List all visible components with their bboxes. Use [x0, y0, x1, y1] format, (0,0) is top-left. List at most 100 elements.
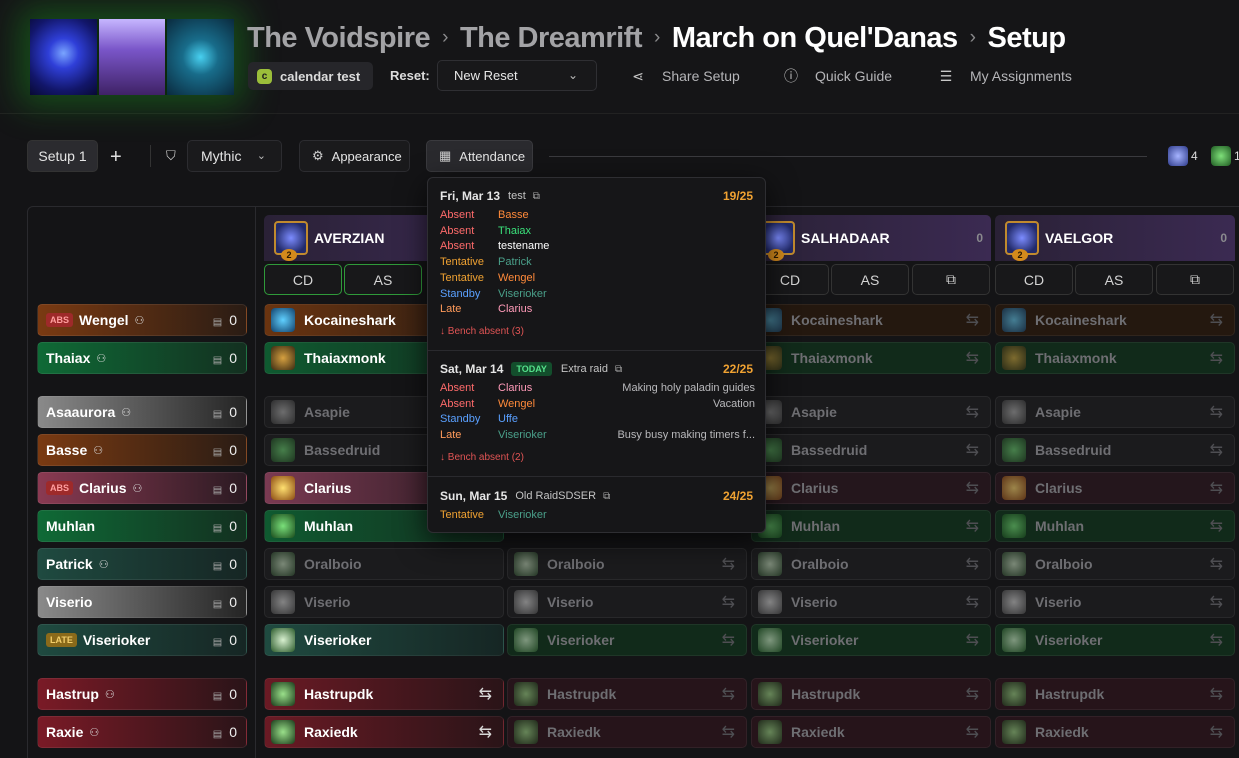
assigned-character[interactable]: Raxiedk ⇆	[264, 716, 504, 748]
breadcrumb-raid[interactable]: The Voidspire	[247, 22, 431, 55]
assigned-character[interactable]: Viserio	[264, 586, 504, 618]
assigned-character[interactable]: Clarius ⇆	[751, 472, 991, 504]
swap-icon[interactable]: ⇆	[1210, 348, 1223, 368]
add-setup-button[interactable]: +	[110, 146, 122, 169]
assigned-character[interactable]: Hastrupdk ⇆	[507, 678, 747, 710]
player-row[interactable]: Basse ⚇ ▤ 0	[37, 434, 247, 466]
external-link-icon[interactable]: ⧉	[615, 364, 622, 375]
as-button[interactable]: AS	[1075, 264, 1153, 295]
swap-icon[interactable]: ⇆	[1210, 630, 1223, 650]
swap-icon[interactable]: ⇆	[966, 348, 979, 368]
external-link-icon[interactable]: ⧉	[533, 191, 540, 202]
player-row[interactable]: Asaaurora ⚇ ▤ 0	[37, 396, 247, 428]
assigned-character[interactable]: Asapie ⇆	[751, 396, 991, 428]
assigned-character[interactable]: Muhlan ⇆	[751, 510, 991, 542]
bench-absent-toggle[interactable]: ↓ Bench absent (3)	[440, 326, 524, 337]
assigned-character[interactable]: Oralboio ⇆	[995, 548, 1235, 580]
swap-icon[interactable]: ⇆	[1210, 516, 1223, 536]
swap-icon[interactable]: ⇆	[1210, 440, 1223, 460]
player-row[interactable]: LATE Viserioker ▤ 0	[37, 624, 247, 656]
copy-button[interactable]: ⧉	[1156, 264, 1234, 295]
reset-select[interactable]: New Reset ⌄	[437, 60, 597, 91]
player-row[interactable]: ABS Clarius ⚇ ▤ 0	[37, 472, 247, 504]
mini-summary-1[interactable]: 4	[1168, 146, 1198, 166]
assigned-character[interactable]: Kocaineshark ⇆	[751, 304, 991, 336]
share-setup-button[interactable]: ⋖ Share Setup	[630, 66, 740, 86]
swap-icon[interactable]: ⇆	[722, 722, 735, 742]
assigned-character[interactable]: Asapie ⇆	[995, 396, 1235, 428]
swap-icon[interactable]: ⇆	[966, 402, 979, 422]
swap-icon[interactable]: ⇆	[1210, 722, 1223, 742]
assigned-character[interactable]: Bassedruid ⇆	[995, 434, 1235, 466]
swap-icon[interactable]: ⇆	[1210, 310, 1223, 330]
assigned-character[interactable]: Viserioker ⇆	[507, 624, 747, 656]
assigned-character[interactable]: Clarius ⇆	[995, 472, 1235, 504]
swap-icon[interactable]: ⇆	[722, 630, 735, 650]
assigned-character[interactable]: Viserio ⇆	[507, 586, 747, 618]
swap-icon[interactable]: ⇆	[1210, 684, 1223, 704]
assigned-character[interactable]: Raxiedk ⇆	[995, 716, 1235, 748]
calendar-tag[interactable]: c calendar test	[248, 62, 373, 90]
swap-icon[interactable]: ⇆	[722, 554, 735, 574]
cd-button[interactable]: CD	[995, 264, 1073, 295]
assigned-character[interactable]: Oralboio ⇆	[751, 548, 991, 580]
player-row[interactable]: Thaiax ⚇ ▤ 0	[37, 342, 247, 374]
cd-button[interactable]: CD	[264, 264, 342, 295]
bench-absent-toggle[interactable]: ↓ Bench absent (2)	[440, 452, 524, 463]
boss-header-vaelgor[interactable]: 2 VAELGOR 0	[995, 215, 1235, 261]
assigned-character[interactable]: Viserio ⇆	[751, 586, 991, 618]
quick-guide-button[interactable]: ⓘ Quick Guide	[783, 66, 892, 86]
assigned-character[interactable]: Muhlan ⇆	[995, 510, 1235, 542]
player-row[interactable]: Muhlan ▤ 0	[37, 510, 247, 542]
assigned-character[interactable]: Oralboio ⇆	[507, 548, 747, 580]
assigned-character[interactable]: Raxiedk ⇆	[507, 716, 747, 748]
swap-icon[interactable]: ⇆	[1210, 478, 1223, 498]
breadcrumb-difficulty[interactable]: The Dreamrift	[460, 22, 643, 55]
tab-setup-1[interactable]: Setup 1	[27, 140, 98, 172]
assigned-character[interactable]: Hastrupdk ⇆	[751, 678, 991, 710]
player-row[interactable]: Viserio ▤ 0	[37, 586, 247, 618]
swap-icon[interactable]: ⇆	[966, 440, 979, 460]
swap-icon[interactable]: ⇆	[722, 684, 735, 704]
player-row[interactable]: Patrick ⚇ ▤ 0	[37, 548, 247, 580]
my-assignments-button[interactable]: ☰ My Assignments	[938, 66, 1072, 86]
mini-summary-2[interactable]: 1	[1211, 146, 1239, 166]
assigned-character[interactable]: Viserioker	[264, 624, 504, 656]
attendance-button[interactable]: ▦ Attendance	[426, 140, 533, 172]
assigned-character[interactable]: Kocaineshark ⇆	[995, 304, 1235, 336]
swap-icon[interactable]: ⇆	[1210, 402, 1223, 422]
swap-icon[interactable]: ⇆	[966, 630, 979, 650]
swap-icon[interactable]: ⇆	[1210, 592, 1223, 612]
assigned-character[interactable]: Viserioker ⇆	[751, 624, 991, 656]
swap-icon[interactable]: ⇆	[479, 684, 492, 704]
assigned-character[interactable]: Viserioker ⇆	[995, 624, 1235, 656]
boss-header-salhadaar[interactable]: 2 SALHADAAR 0	[751, 215, 991, 261]
assigned-character[interactable]: Oralboio	[264, 548, 504, 580]
swap-icon[interactable]: ⇆	[479, 722, 492, 742]
assigned-character[interactable]: Raxiedk ⇆	[751, 716, 991, 748]
appearance-button[interactable]: ⚙ Appearance	[299, 140, 410, 172]
swap-icon[interactable]: ⇆	[966, 554, 979, 574]
swap-icon[interactable]: ⇆	[966, 722, 979, 742]
assigned-character[interactable]: Viserio ⇆	[995, 586, 1235, 618]
copy-button[interactable]: ⧉	[912, 264, 990, 295]
swap-icon[interactable]: ⇆	[966, 478, 979, 498]
player-row[interactable]: ABS Wengel ⚇ ▤ 0	[37, 304, 247, 336]
assigned-character[interactable]: Thaiaxmonk ⇆	[751, 342, 991, 374]
assigned-character[interactable]: Thaiaxmonk ⇆	[995, 342, 1235, 374]
player-row[interactable]: Raxie ⚇ ▤ 0	[37, 716, 247, 748]
as-button[interactable]: AS	[831, 264, 909, 295]
as-button[interactable]: AS	[344, 264, 422, 295]
assigned-character[interactable]: Hastrupdk ⇆	[264, 678, 504, 710]
assigned-character[interactable]: Hastrupdk ⇆	[995, 678, 1235, 710]
swap-icon[interactable]: ⇆	[966, 684, 979, 704]
assigned-character[interactable]: Bassedruid ⇆	[751, 434, 991, 466]
swap-icon[interactable]: ⇆	[1210, 554, 1223, 574]
external-link-icon[interactable]: ⧉	[603, 491, 610, 502]
swap-icon[interactable]: ⇆	[966, 592, 979, 612]
breadcrumb-event[interactable]: March on Quel'Danas	[672, 22, 958, 55]
swap-icon[interactable]: ⇆	[966, 310, 979, 330]
swap-icon[interactable]: ⇆	[722, 592, 735, 612]
difficulty-select[interactable]: Mythic ⌄	[187, 140, 282, 172]
swap-icon[interactable]: ⇆	[966, 516, 979, 536]
